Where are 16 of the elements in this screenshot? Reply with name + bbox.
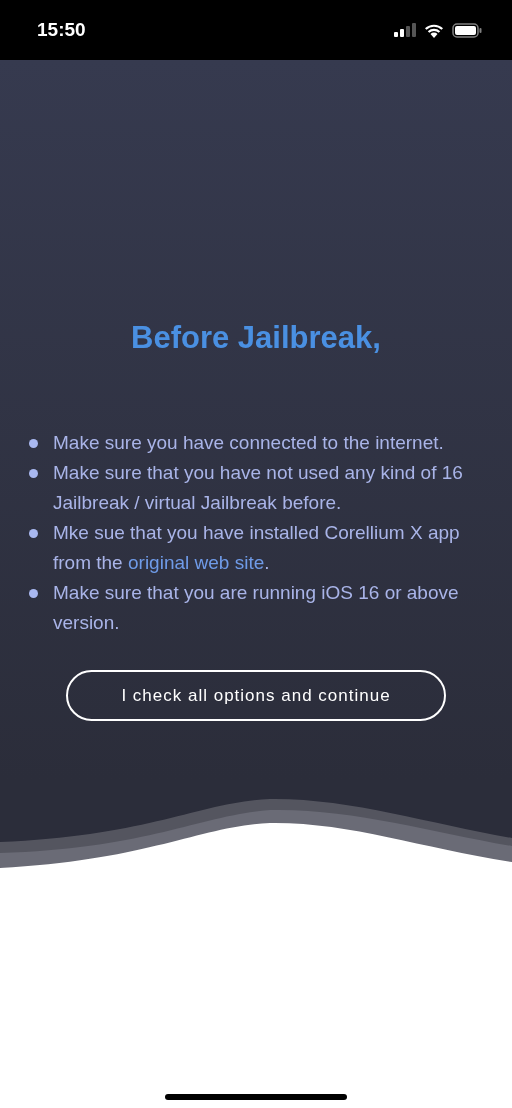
checklist-item: Make sure that you are running iOS 16 or above version. xyxy=(53,581,460,635)
bullet-icon xyxy=(29,529,38,538)
website-link[interactable]: original web site xyxy=(128,552,265,573)
page-title: Before Jailbreak, xyxy=(131,319,381,357)
checklist-item: Make sure you have connected to the internet. xyxy=(53,431,444,455)
signal-icon xyxy=(394,23,416,37)
battery-icon xyxy=(452,22,482,38)
bullet-icon xyxy=(29,439,38,448)
wifi-icon xyxy=(424,22,444,38)
bullet-icon xyxy=(29,469,38,478)
continue-button[interactable]: I check all options and continue xyxy=(66,670,446,721)
home-indicator[interactable] xyxy=(165,1094,347,1100)
status-time: 15:50 xyxy=(37,17,86,42)
checklist-item: Make sure that you have not used any kind of 16 Jailbreak / virtual Jailbreak before. xyxy=(53,461,464,515)
bullet-icon xyxy=(29,589,38,598)
checklist-item: Mke sue that you have installed Corellium X app from the original web site. xyxy=(53,521,461,575)
